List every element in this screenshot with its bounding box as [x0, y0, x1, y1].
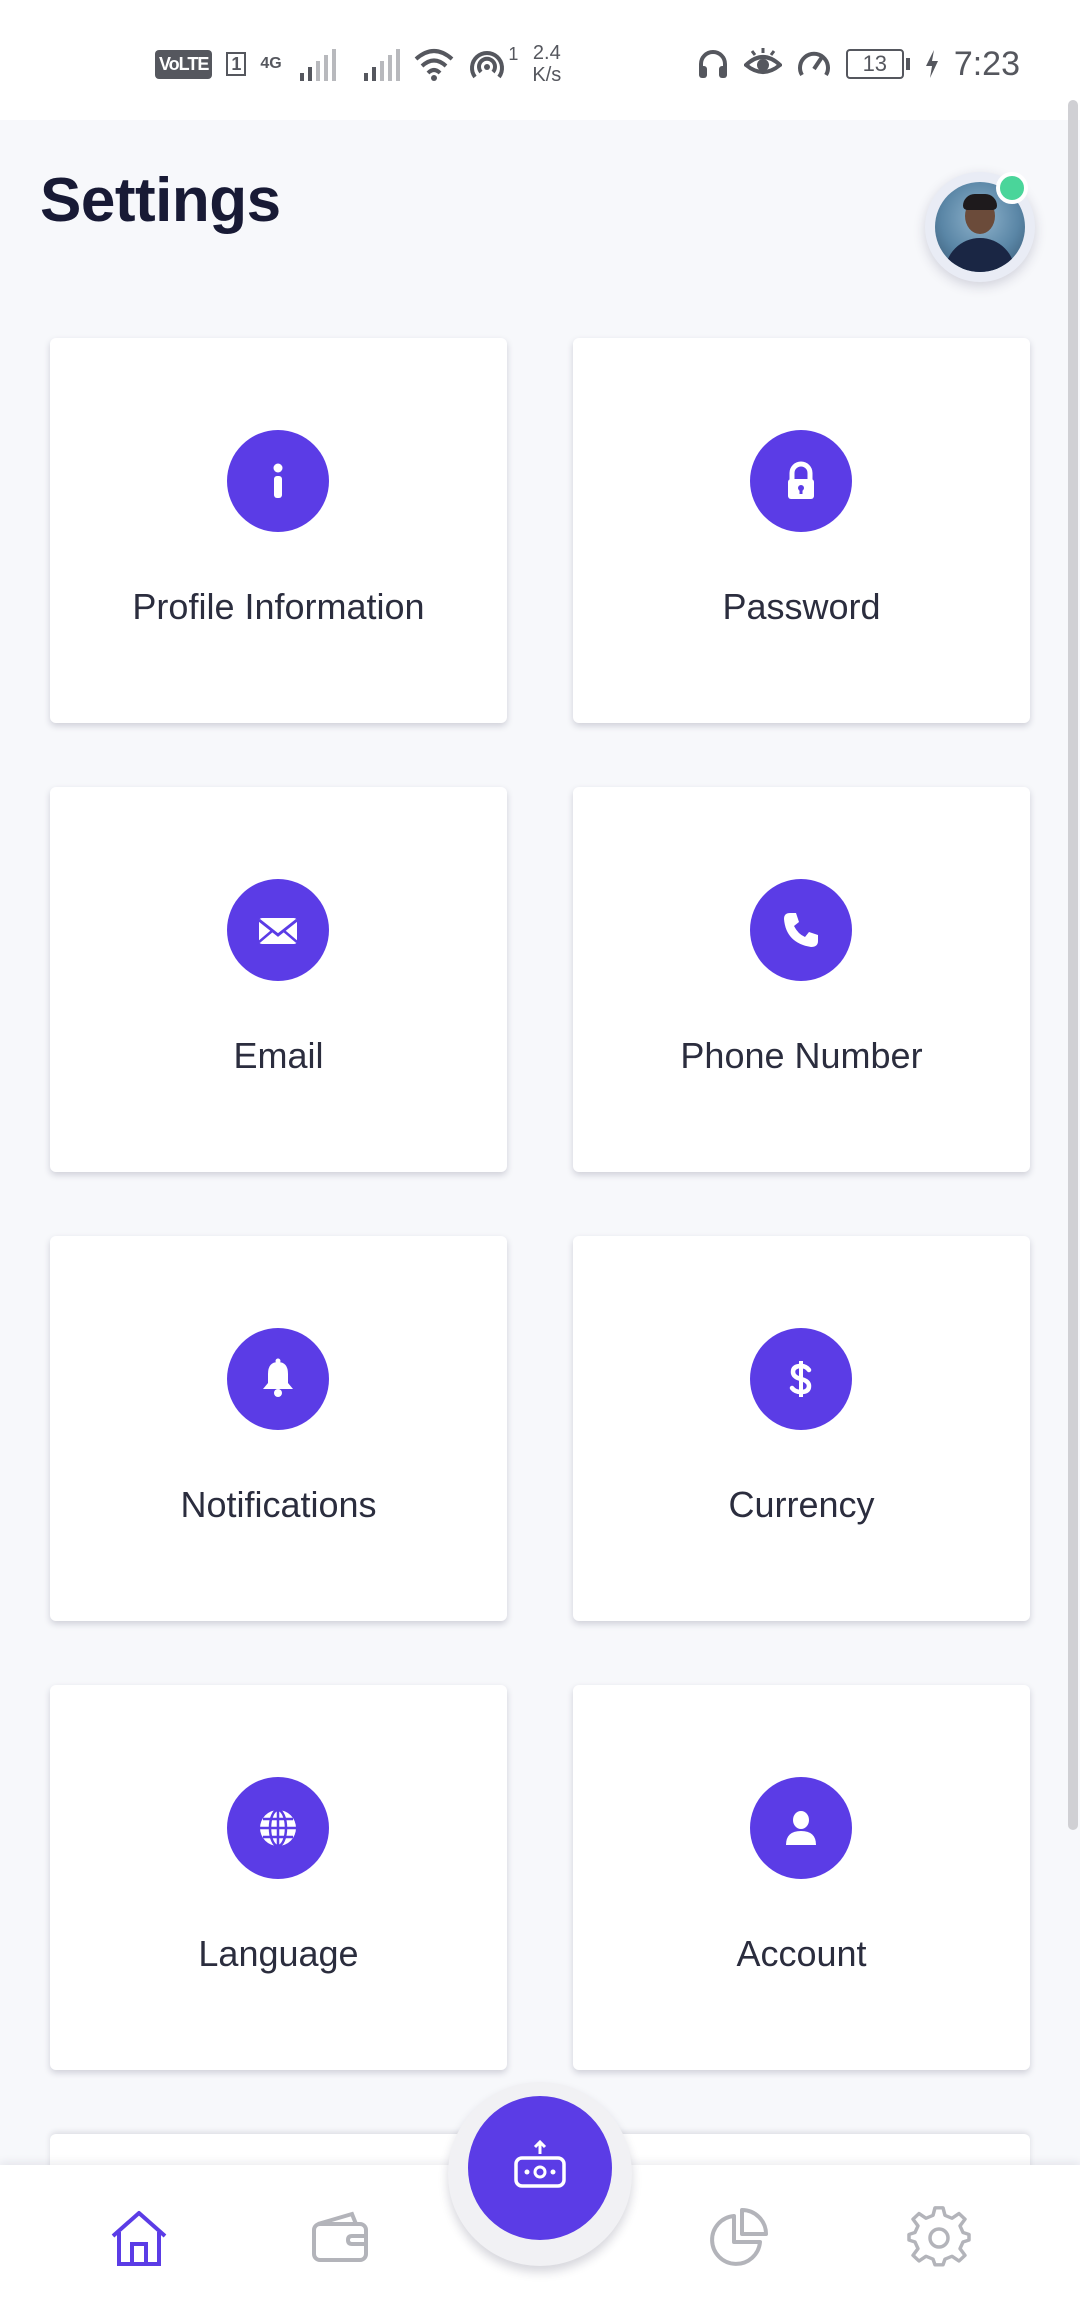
battery-icon: 13: [845, 49, 910, 79]
robot-icon: [514, 2139, 566, 2188]
card-notifications[interactable]: Notifications: [50, 1236, 507, 1621]
sim-indicator: 1: [226, 52, 247, 76]
headphones-icon: [698, 50, 727, 78]
speedometer-icon: [797, 51, 830, 77]
net-speed-value: 2.4: [532, 42, 561, 64]
envelope-icon: [227, 879, 329, 981]
volte-badge: VoLTE: [155, 49, 213, 79]
card-profile-information[interactable]: Profile Information: [50, 338, 507, 723]
hotspot-icon: [470, 51, 505, 79]
status-bar: VoLTE 1 4G 1 2.4 K/s 13 7:23: [0, 0, 1080, 120]
gear-icon: [907, 2206, 971, 2267]
home-icon: [111, 2211, 167, 2266]
online-status-dot: [996, 172, 1028, 204]
nav-home[interactable]: [103, 2202, 175, 2274]
lock-icon: [750, 430, 852, 532]
card-label: Language: [198, 1933, 359, 1974]
nav-robot-button[interactable]: [468, 2096, 612, 2240]
nav-wallet[interactable]: [304, 2202, 376, 2274]
card-label: Phone Number: [680, 1035, 923, 1076]
wifi-icon: [415, 49, 454, 81]
network-type: 4G: [260, 55, 282, 72]
eye-icon: [743, 48, 782, 74]
pie-chart-icon: [710, 2208, 768, 2266]
nav-settings[interactable]: [903, 2202, 975, 2274]
card-email[interactable]: Email: [50, 787, 507, 1172]
signal-icon: [300, 47, 337, 81]
charging-icon: [925, 50, 938, 78]
card-label: Currency: [728, 1484, 875, 1525]
dollar-icon: [750, 1328, 852, 1430]
card-phone-number[interactable]: Phone Number: [573, 787, 1030, 1172]
info-icon: [227, 430, 329, 532]
card-label: Password: [722, 586, 881, 627]
nav-analytics[interactable]: [702, 2202, 774, 2274]
battery-level: 13: [845, 49, 904, 79]
status-time: 7:23: [953, 44, 1020, 83]
card-account[interactable]: Account: [573, 1685, 1030, 2070]
net-speed: 2.4 K/s: [532, 42, 561, 86]
card-label: Profile Information: [132, 586, 425, 627]
card-currency[interactable]: Currency: [573, 1236, 1030, 1621]
user-icon: [750, 1777, 852, 1879]
wallet-icon: [312, 2211, 368, 2262]
status-left: VoLTE 1 4G 1 2.4 K/s: [155, 38, 561, 90]
bell-icon: [227, 1328, 329, 1430]
card-language[interactable]: Language: [50, 1685, 507, 2070]
card-label: Account: [736, 1933, 867, 1974]
signal-2-icon: [364, 47, 401, 81]
card-label: Notifications: [180, 1484, 377, 1525]
hotspot-count: 1: [508, 43, 519, 64]
card-label: Email: [233, 1035, 324, 1076]
status-right: 13 7:23: [696, 38, 1020, 90]
net-speed-unit: K/s: [532, 64, 562, 86]
phone-icon: [750, 879, 852, 981]
scrollbar[interactable]: [1068, 100, 1078, 1830]
page-title: Settings: [40, 166, 281, 235]
card-password[interactable]: Password: [573, 338, 1030, 723]
globe-icon: [227, 1777, 329, 1879]
